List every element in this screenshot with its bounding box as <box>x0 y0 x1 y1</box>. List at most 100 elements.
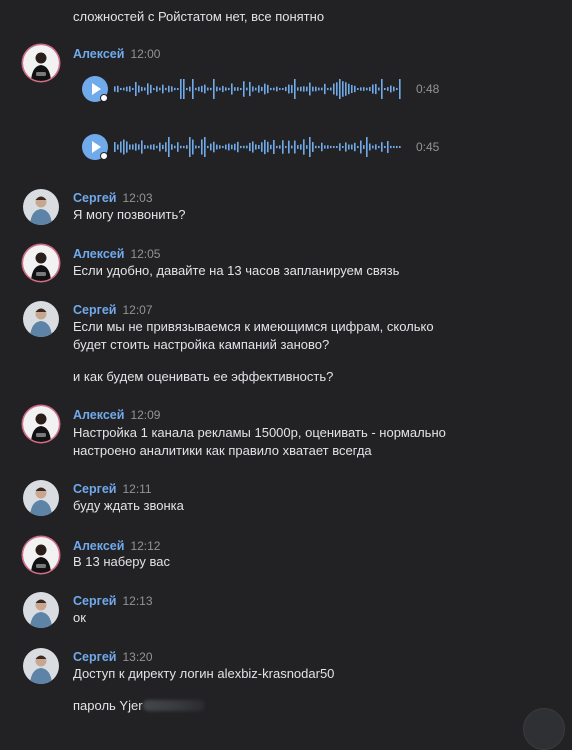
waveform-bar <box>363 87 365 91</box>
waveform-bar <box>291 145 293 149</box>
waveform-bar <box>264 83 266 95</box>
author-name[interactable]: Сергей <box>73 303 116 317</box>
waveform-bar <box>366 137 368 157</box>
waveform-bar <box>294 79 296 99</box>
author-name[interactable]: Алексей <box>73 247 124 261</box>
waveform-bar <box>246 145 248 149</box>
timestamp[interactable]: 12:13 <box>122 594 152 608</box>
waveform-bar <box>348 144 350 150</box>
voice-message: 0:48 <box>82 76 462 102</box>
waveform-bar <box>375 83 377 95</box>
waveform-bar <box>288 140 290 154</box>
author-name[interactable]: Сергей <box>73 594 116 608</box>
waveform-bar <box>285 145 287 149</box>
waveform-bar <box>330 145 332 149</box>
message-text: Я могу позвонить? <box>73 207 186 222</box>
waveform-bar <box>162 144 164 150</box>
waveform-bar <box>117 85 119 93</box>
waveform-bar <box>150 84 152 94</box>
waveform[interactable] <box>114 76 404 102</box>
waveform-bar <box>321 87 323 91</box>
message-header: Сергей 13:20 <box>73 648 153 664</box>
waveform-bar <box>186 145 188 149</box>
waveform-bar <box>225 144 227 150</box>
waveform-bar <box>129 86 131 92</box>
timestamp[interactable]: 12:07 <box>122 303 152 317</box>
waveform-bar <box>258 145 260 149</box>
waveform-bar <box>123 139 125 155</box>
avatar[interactable] <box>23 537 59 573</box>
play-button[interactable] <box>82 134 108 160</box>
timestamp[interactable]: 12:11 <box>122 482 151 496</box>
waveform-bar <box>141 86 143 92</box>
avatar[interactable] <box>23 189 59 225</box>
waveform-bar <box>231 83 233 95</box>
waveform-bar <box>174 145 176 149</box>
avatar[interactable] <box>23 245 59 281</box>
waveform-bar <box>255 87 257 91</box>
author-name[interactable]: Алексей <box>73 539 124 553</box>
avatar[interactable] <box>23 480 59 516</box>
waveform-bar <box>201 85 203 93</box>
waveform-bar <box>357 145 359 149</box>
author-name[interactable]: Сергей <box>73 191 116 205</box>
avatar[interactable] <box>23 406 59 442</box>
waveform-bar <box>207 87 209 91</box>
waveform-bar <box>252 86 254 92</box>
waveform-bar <box>219 145 221 149</box>
waveform-bar <box>339 79 341 99</box>
waveform-bar <box>222 145 224 149</box>
waveform-bar <box>123 87 125 91</box>
waveform-bar <box>207 145 209 149</box>
waveform[interactable] <box>114 134 404 160</box>
avatar[interactable] <box>23 301 59 337</box>
waveform-bar <box>339 143 341 151</box>
waveform-bar <box>276 145 278 149</box>
timestamp[interactable]: 12:05 <box>130 247 160 261</box>
waveform-bar <box>180 79 182 99</box>
waveform-bar <box>315 86 317 92</box>
timestamp[interactable]: 12:00 <box>130 47 160 61</box>
waveform-bar <box>369 143 371 151</box>
waveform-bar <box>336 82 338 96</box>
waveform-bar <box>114 142 116 152</box>
waveform-bar <box>144 145 146 149</box>
waveform-bar <box>249 81 251 97</box>
waveform-bar <box>126 141 128 153</box>
timestamp[interactable]: 12:09 <box>130 408 160 422</box>
play-icon <box>92 83 101 95</box>
waveform-bar <box>249 142 251 152</box>
timestamp[interactable]: 12:03 <box>122 191 152 205</box>
waveform-bar <box>120 141 122 153</box>
waveform-bar <box>168 85 170 93</box>
waveform-bar <box>183 145 185 149</box>
scroll-down-button[interactable] <box>523 708 565 750</box>
waveform-bar <box>201 139 203 155</box>
waveform-bar <box>399 79 401 99</box>
waveform-bar <box>147 145 149 149</box>
message-text: Если удобно, давайте на 13 часов заплани… <box>73 263 400 278</box>
waveform-bar <box>231 144 233 150</box>
author-name[interactable]: Алексей <box>73 47 124 61</box>
waveform-bar <box>117 144 119 150</box>
timestamp[interactable]: 12:12 <box>130 539 160 553</box>
author-name[interactable]: Сергей <box>73 482 116 496</box>
play-button[interactable] <box>82 76 108 102</box>
waveform-bar <box>312 142 314 152</box>
waveform-bar <box>375 144 377 150</box>
waveform-bar <box>378 145 380 149</box>
avatar[interactable] <box>23 592 59 628</box>
timestamp[interactable]: 13:20 <box>122 650 152 664</box>
avatar[interactable] <box>23 648 59 684</box>
waveform-bar <box>216 144 218 150</box>
waveform-bar <box>162 84 164 94</box>
author-name[interactable]: Алексей <box>73 408 124 422</box>
message-text: буду ждать звонка <box>73 498 184 513</box>
waveform-bar <box>348 83 350 95</box>
waveform-bar <box>306 145 308 149</box>
waveform-bar <box>279 145 281 149</box>
author-name[interactable]: Сергей <box>73 650 116 664</box>
waveform-bar <box>333 145 335 149</box>
waveform-bar <box>393 145 395 149</box>
avatar[interactable] <box>23 45 59 81</box>
